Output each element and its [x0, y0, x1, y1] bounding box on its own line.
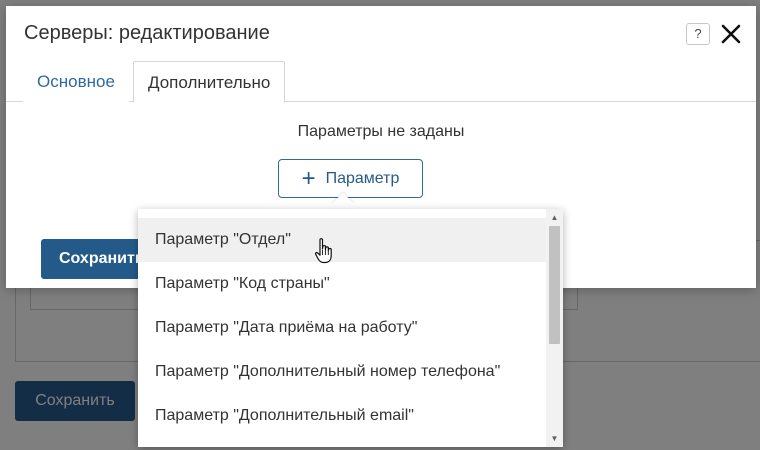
add-parameter-label: Параметр [325, 169, 400, 187]
dropdown-item-hire-date[interactable]: Параметр "Дата приёма на работу" [138, 306, 546, 350]
dropdown-item-extra-phone[interactable]: Параметр "Дополнительный номер телефона" [138, 350, 546, 394]
scroll-up-arrow-icon[interactable]: ▲ [546, 211, 563, 225]
tab-main[interactable]: Основное [23, 61, 129, 102]
scroll-down-arrow-icon[interactable]: ▼ [546, 432, 563, 446]
empty-parameters-text: Параметры не заданы [297, 123, 465, 140]
parameter-list: Параметр "Отдел" Параметр "Код страны" П… [138, 218, 546, 438]
save-button[interactable]: Сохранить [41, 239, 151, 279]
dropdown-scrollbar[interactable]: ▲ ▼ [546, 209, 563, 447]
dropdown-item-department[interactable]: Параметр "Отдел" [138, 218, 546, 262]
dropdown-item-country-code[interactable]: Параметр "Код страны" [138, 262, 546, 306]
add-parameter-button[interactable]: + Параметр [278, 159, 423, 198]
screen: Сохранить Серверы: редактирование ? Осно… [0, 0, 760, 450]
help-icon: ? [694, 26, 702, 41]
scrollbar-thumb[interactable] [549, 226, 560, 344]
hand-cursor-icon [314, 238, 332, 264]
tab-additional[interactable]: Дополнительно [133, 61, 286, 103]
parameter-dropdown: Параметр "Отдел" Параметр "Код страны" П… [138, 209, 563, 447]
close-button[interactable] [718, 21, 744, 47]
close-icon [721, 24, 741, 44]
help-button[interactable]: ? [686, 23, 710, 45]
dropdown-item-extra-email[interactable]: Параметр "Дополнительный email" [138, 394, 546, 438]
tab-bar: Основное Дополнительно [6, 61, 756, 103]
dialog-title: Серверы: редактирование [24, 22, 270, 44]
plus-icon: + [301, 164, 316, 192]
